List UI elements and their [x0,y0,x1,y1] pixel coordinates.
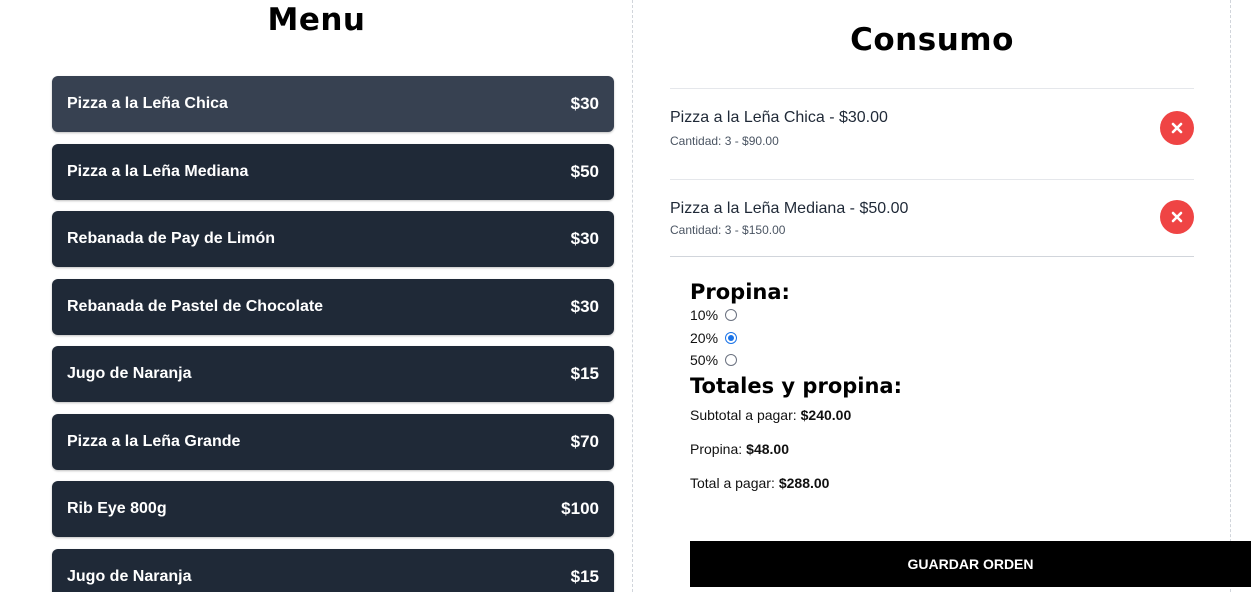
menu-item-name: Rib Eye 800g [67,500,167,517]
remove-item-button[interactable] [1160,111,1194,145]
tip-amount-line: Propina: $48.00 [690,432,1230,466]
save-order-button[interactable]: GUARDAR ORDEN [690,541,1251,587]
menu-item-price: $30 [570,229,599,248]
tip-option-label: 10% [690,307,719,324]
tip-option-20[interactable]: 20% [690,327,1230,350]
menu-item[interactable]: Rebanada de Pastel de Chocolate $30 [52,278,614,335]
menu-title: Menu [267,2,366,38]
tip-option-10[interactable]: 10% [690,304,1230,327]
close-icon [1171,122,1183,134]
menu-item-name: Pizza a la Leña Grande [67,432,241,450]
total-value: $288.00 [778,474,830,491]
menu-list: Pizza a la Leña Chica $30 Pizza a la Leñ… [52,76,614,592]
tip-amount-label: Propina: [690,440,743,457]
order-list: Pizza a la Leña Chica - $30.00 Cantidad:… [670,88,1194,257]
tip-radio[interactable] [725,354,738,367]
menu-item-name: Rebanada de Pay de Limón [67,230,276,247]
tip-radio[interactable] [725,309,738,322]
menu-item-price: $30 [570,296,599,316]
total-line: Total a pagar: $288.00 [690,466,1230,500]
menu-column: Menu Pizza a la Leña Chica $30 Pizza a l… [0,0,633,592]
consumo-title: Consumo [850,22,1014,58]
order-item-detail: Cantidad: 3 - $150.00 [670,223,786,237]
menu-item[interactable]: Jugo de Naranja $15 [52,548,614,592]
menu-item[interactable]: Pizza a la Leña Grande $70 [52,413,614,470]
menu-item-name: Jugo de Naranja [67,365,192,382]
menu-item-price: $100 [561,499,599,518]
tip-option-label: 50% [690,352,719,369]
tip-radio[interactable] [725,331,738,344]
order-item: Pizza a la Leña Mediana - $50.00 Cantida… [670,180,1194,257]
tip-section: Propina: 10% 20% 50% Totales y propina: … [690,280,1230,500]
total-label: Total a pagar: [690,474,775,491]
menu-item[interactable]: Jugo de Naranja $15 [52,346,614,402]
menu-item[interactable]: Pizza a la Leña Mediana $50 [52,143,614,200]
tip-title: Propina: [690,280,790,304]
order-item-detail: Cantidad: 3 - $90.00 [670,134,779,148]
menu-item-price: $15 [570,566,599,586]
menu-item-price: $15 [570,364,599,383]
menu-item-name: Pizza a la Leña Chica [67,95,228,112]
tip-option-label: 20% [690,329,719,346]
menu-item-name: Pizza a la Leña Mediana [67,162,249,180]
remove-item-button[interactable] [1160,200,1194,234]
subtotal-value: $240.00 [800,406,852,423]
close-icon [1171,211,1183,223]
menu-item[interactable]: Rebanada de Pay de Limón $30 [52,211,614,267]
order-item-name: Pizza a la Leña Chica - $30.00 [670,109,888,126]
menu-item-price: $50 [570,161,599,181]
menu-item-price: $70 [570,431,599,451]
order-item-name: Pizza a la Leña Mediana - $50.00 [670,200,909,217]
tip-amount-value: $48.00 [746,440,789,457]
subtotal-line: Subtotal a pagar: $240.00 [690,398,1230,432]
menu-item-price: $30 [570,94,599,113]
menu-item[interactable]: Rib Eye 800g $100 [52,481,614,537]
tip-option-50[interactable]: 50% [690,349,1230,372]
order-item: Pizza a la Leña Chica - $30.00 Cantidad:… [670,89,1194,180]
totals-title: Totales y propina: [690,373,902,398]
menu-item-name: Jugo de Naranja [67,567,192,585]
subtotal-label: Subtotal a pagar: [690,406,797,423]
menu-item[interactable]: Pizza a la Leña Chica $30 [52,76,614,132]
menu-item-name: Rebanada de Pastel de Chocolate [67,297,324,315]
